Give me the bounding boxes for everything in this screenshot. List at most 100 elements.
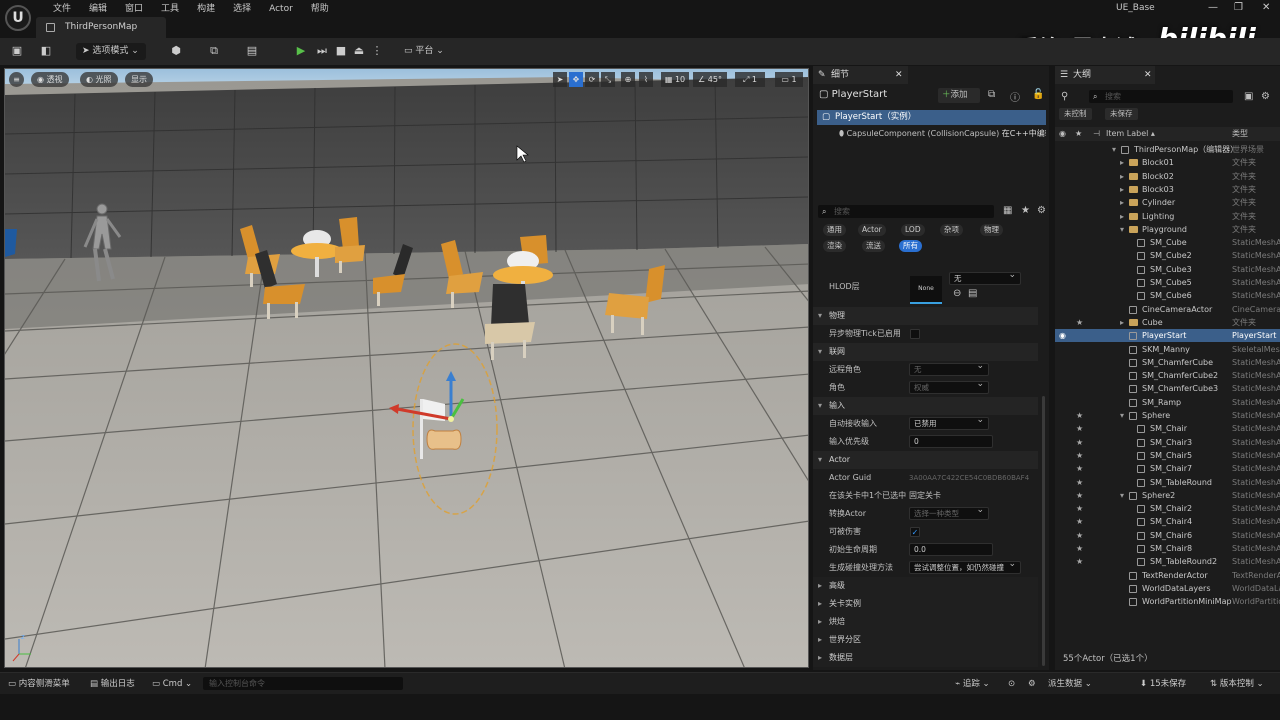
star-icon[interactable]: ★ (1076, 476, 1083, 489)
outliner-row[interactable]: ◉ PlayerStart PlayerStart (1055, 329, 1280, 343)
outliner-row[interactable]: SM_Ramp StaticMeshActor (1055, 396, 1280, 409)
star-icon[interactable]: ★ (1076, 449, 1083, 462)
auto-receive-dropdown[interactable]: 已禁用 (909, 415, 989, 430)
outliner-row[interactable]: ★ SM_Chair8 StaticMeshActor (1055, 542, 1280, 555)
outliner-search-input[interactable]: ⌕ 搜索 (1089, 90, 1233, 103)
world-space-icon[interactable]: ⊕ (621, 72, 635, 87)
uncontrolled-tag[interactable]: 未控制 (1059, 108, 1092, 120)
filter-4[interactable]: 物理 (980, 224, 1003, 236)
outliner-row[interactable]: ★ SM_TableRound2 StaticMeshActor (1055, 555, 1280, 568)
star-icon[interactable]: ★ (1076, 422, 1083, 435)
item-label-header[interactable]: Item Label ▴ (1106, 127, 1155, 141)
outliner-row[interactable]: ▸ Block02 文件夹 (1055, 170, 1280, 183)
expand-arrow-icon[interactable]: ▸ (1120, 183, 1124, 196)
minimize-icon[interactable]: — (1208, 2, 1218, 13)
outliner-row[interactable]: SM_ChamferCube2 StaticMeshActor (1055, 369, 1280, 382)
content-drawer-button[interactable]: ▭ 内容侧滑菜单 (8, 678, 70, 690)
lock-icon[interactable]: 🔓 (1032, 89, 1044, 100)
damage-checkbox[interactable]: ✓ (910, 527, 920, 537)
eject-icon[interactable]: ⏏ (351, 43, 367, 59)
outliner-row[interactable]: WorldPartitionMiniMapWorldPartitionMiniM… (1055, 595, 1280, 608)
star-icon[interactable]: ★ (1076, 555, 1083, 568)
expand-arrow-icon[interactable]: ▾ (1112, 143, 1116, 156)
cinematics-icon[interactable]: ▤ (244, 43, 260, 59)
section-collapsed[interactable]: 烘焙 (813, 613, 1038, 631)
scale-tool-icon[interactable]: ⤡ (601, 72, 615, 87)
select-mode-dropdown[interactable]: ➤ 选项模式 ⌄ (76, 43, 146, 60)
menu-item[interactable]: 窗口 (116, 2, 152, 16)
unsaved-tag[interactable]: 未保存 (1105, 108, 1138, 120)
outliner-row[interactable]: ▸ Block01 文件夹 (1055, 156, 1280, 169)
outliner-row[interactable]: SM_Cube3 StaticMeshActor (1055, 263, 1280, 276)
star-icon[interactable]: ★ (1076, 542, 1083, 555)
outliner-row[interactable]: ★ SM_TableRound StaticMeshActor (1055, 476, 1280, 489)
section-physics[interactable]: 物理 (813, 307, 1038, 325)
star-icon[interactable]: ★ (1076, 436, 1083, 449)
select-tool-icon[interactable]: ➤ (553, 72, 567, 87)
menu-item[interactable]: 文件 (44, 2, 80, 16)
expand-arrow-icon[interactable]: ▸ (1120, 156, 1124, 169)
unsaved-button[interactable]: ⬇ 15未保存 (1140, 678, 1186, 690)
outliner-tab[interactable]: ☰ 大纲 ✕ (1055, 66, 1155, 84)
outliner-settings-icon[interactable]: ⚙ (1261, 91, 1270, 102)
outliner-row[interactable]: ★ ▸ Cube 文件夹 (1055, 316, 1280, 329)
output-log-button[interactable]: ▤ 输出日志 (90, 678, 135, 690)
async-tick-checkbox[interactable] (910, 329, 920, 339)
star-icon[interactable]: ★ (1076, 409, 1083, 422)
new-folder-icon[interactable]: ▣ (1244, 91, 1253, 102)
favorite-icon[interactable]: ★ (1021, 205, 1030, 216)
component-capsule[interactable]: ⬮ CapsuleComponent (CollisionCapsule) 在C… (839, 127, 1046, 141)
outliner-row[interactable]: ★ SM_Chair4 StaticMeshActor (1055, 515, 1280, 528)
grid-snap-button[interactable]: ▦ 10 (661, 72, 689, 87)
outliner-row[interactable]: ★ SM_Chair7 StaticMeshActor (1055, 462, 1280, 475)
section-collapsed[interactable]: 高级 (813, 577, 1038, 595)
outliner-row[interactable]: TextRenderActor TextRenderActor (1055, 569, 1280, 582)
reset-icon[interactable]: ⊖ (953, 288, 961, 299)
expand-arrow-icon[interactable]: ▾ (1120, 489, 1124, 502)
star-icon[interactable]: ★ (1076, 529, 1083, 542)
derived-data-button[interactable]: 派生数据 ⌄ (1048, 678, 1092, 690)
outliner-row[interactable]: ▸ Lighting 文件夹 (1055, 210, 1280, 223)
outliner-close-icon[interactable]: ✕ (1144, 66, 1152, 84)
details-search-input[interactable]: ⌕ 搜索 (818, 205, 994, 218)
play-icon[interactable]: ▶ (293, 43, 309, 59)
details-tab[interactable]: ✎ 细节 ✕ (813, 66, 908, 84)
menu-item[interactable]: 编辑 (80, 2, 116, 16)
visibility-icon[interactable]: ◉ (1059, 329, 1066, 342)
outliner-row[interactable]: ▾ ThirdPersonMap（编辑器） 世界场景 (1055, 143, 1280, 156)
outliner-row[interactable]: ★ SM_Chair3 StaticMeshActor (1055, 436, 1280, 449)
angle-snap-button[interactable]: ∠ 45° (693, 72, 727, 87)
star-icon[interactable]: ★ (1076, 502, 1083, 515)
menu-item[interactable]: 构建 (188, 2, 224, 16)
content-browser-icon[interactable]: ◧ (38, 43, 54, 59)
rotate-tool-icon[interactable]: ⟳ (585, 72, 599, 87)
menu-item[interactable]: 工具 (152, 2, 188, 16)
outliner-row[interactable]: ★ ▾ Sphere StaticMeshActor (1055, 409, 1280, 422)
star-icon[interactable]: ★ (1076, 316, 1083, 329)
level-viewport[interactable]: z ≡ ◉ 透视 ◐ 光照 显示 ➤ ✥ ⟳ ⤡ ⊕ ⌇ ▦ 10 ∠ 45° … (4, 68, 809, 668)
expand-arrow-icon[interactable]: ▸ (1120, 196, 1124, 209)
save-icon[interactable]: ▣ (9, 43, 25, 59)
star-icon[interactable]: ★ (1076, 489, 1083, 502)
outliner-row[interactable]: ★ SM_Chair6 StaticMeshActor (1055, 529, 1280, 542)
menu-item[interactable]: Actor (260, 2, 302, 16)
add-actor-icon[interactable]: ⬢ (168, 43, 184, 59)
outliner-row[interactable]: SKM_Manny SkeletalMeshActor (1055, 343, 1280, 356)
outliner-row[interactable]: ▾ Playground 文件夹 (1055, 223, 1280, 236)
outliner-row[interactable]: ★ SM_Chair StaticMeshActor (1055, 422, 1280, 435)
input-priority-field[interactable]: 0 (909, 435, 993, 448)
more-options-icon[interactable]: ⋮ (369, 43, 385, 59)
type-header[interactable]: 类型 (1232, 127, 1248, 141)
maximize-icon[interactable]: ❐ (1234, 2, 1243, 13)
move-tool-icon[interactable]: ✥ (569, 72, 583, 87)
lifespan-field[interactable]: 0.0 (909, 543, 993, 556)
hlod-thumbnail[interactable]: None (910, 276, 942, 304)
lighting-button[interactable]: ◐ 光照 (80, 72, 118, 87)
outliner-row[interactable]: ▸ Block03 文件夹 (1055, 183, 1280, 196)
outliner-row[interactable]: ▸ Cylinder 文件夹 (1055, 196, 1280, 209)
star-icon[interactable]: ★ (1076, 462, 1083, 475)
hlod-dropdown[interactable]: 无 (949, 270, 1021, 285)
close-icon[interactable]: ✕ (1262, 2, 1270, 13)
role-dropdown[interactable]: 权威 (909, 379, 989, 394)
section-collapsed[interactable]: 数据层 (813, 649, 1038, 667)
